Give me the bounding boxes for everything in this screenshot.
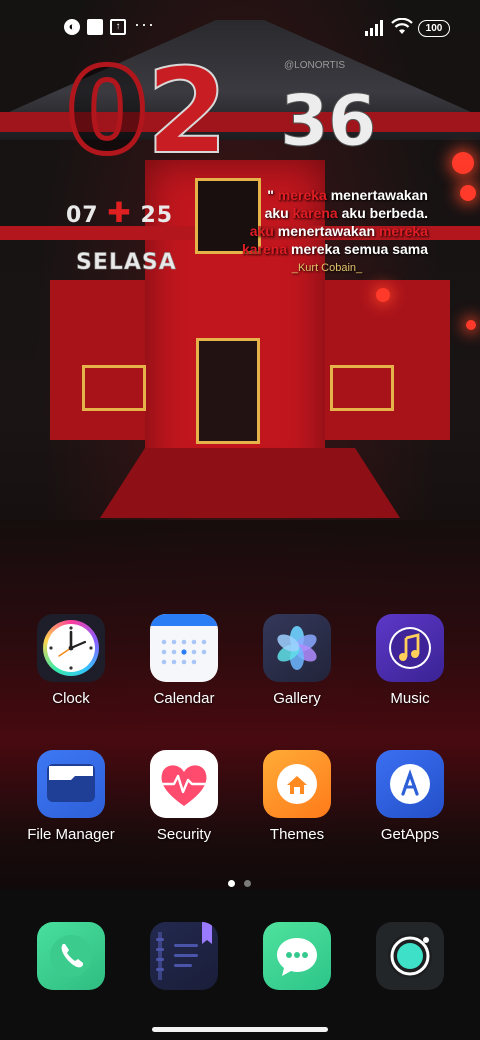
quote-word: aku berbeda. (337, 205, 428, 221)
lantern (376, 288, 390, 302)
notification-upload-icon: ↑ (110, 19, 126, 35)
app-label: Clock (52, 690, 90, 707)
folder-icon (37, 750, 105, 818)
home-gesture-bar[interactable] (152, 1027, 328, 1032)
quote-word: karena (292, 205, 338, 221)
app-themes[interactable]: Themes (242, 750, 352, 843)
app-gallery[interactable]: Gallery (242, 614, 352, 707)
quote-word: menertawakan (273, 223, 379, 239)
quote-word: aku (264, 205, 293, 221)
camera-icon (388, 934, 432, 978)
day-name: SELASA (76, 250, 177, 276)
quote-line-1: " mereka menertawakan (166, 186, 428, 204)
app-getapps[interactable]: GetApps (355, 750, 465, 843)
quote-line-2: aku karena aku berbeda. (166, 204, 428, 222)
quote-word: menertawakan (326, 187, 428, 203)
quote-word: aku (249, 223, 274, 239)
clock-hour[interactable]: 02 (63, 50, 229, 173)
quote-word: mereka (277, 187, 327, 203)
gallery-icon (263, 614, 331, 682)
clock-hour-digit-2: 2 (145, 42, 229, 180)
music-icon (376, 614, 444, 682)
page-dot-active[interactable] (228, 880, 235, 887)
wallpaper-boat-hull (100, 448, 400, 518)
quote-widget: " mereka menertawakan aku karena aku ber… (166, 186, 428, 275)
app-label: Music (390, 690, 430, 707)
signal-icon (365, 20, 383, 36)
dock-messages[interactable] (263, 922, 331, 990)
app-calendar[interactable]: Calendar (129, 614, 239, 707)
phone-icon (50, 935, 92, 977)
app-label: Themes (269, 826, 325, 843)
app-label: Calendar (153, 690, 215, 707)
lantern (452, 152, 474, 174)
clock-icon (37, 614, 105, 682)
wallpaper-ornament-right (330, 365, 394, 411)
page-indicator[interactable] (226, 880, 256, 888)
page-dot[interactable] (244, 880, 251, 887)
app-label: File Manager (27, 826, 115, 843)
app-clock[interactable]: Clock (16, 614, 126, 707)
lantern (460, 185, 476, 201)
quote-open-mark: " (267, 187, 274, 203)
more-notifications-icon: ··· (134, 14, 155, 34)
date-display[interactable]: 07 ✚ 25 (66, 196, 173, 229)
wifi-icon (391, 18, 413, 34)
wallpaper-water-reflection (0, 520, 480, 920)
notes-icon (156, 922, 212, 980)
home-icon (263, 750, 331, 818)
dock-phone[interactable] (37, 922, 105, 990)
date-separator-plus-icon: ✚ (107, 196, 132, 229)
message-icon (277, 938, 317, 976)
app-security[interactable]: Security (129, 750, 239, 843)
wallpaper-window-lower (196, 338, 260, 444)
date-day: 07 (66, 203, 99, 228)
calendar-icon (150, 614, 218, 682)
wallpaper-pavilion-left (50, 280, 150, 440)
notification-app-icon: ◐ (64, 19, 80, 35)
quote-line-4: karena mereka semua sama (166, 240, 428, 258)
wallpaper-ornament-left (82, 365, 146, 411)
dock-notes[interactable] (150, 922, 218, 990)
battery-indicator: 100 (418, 20, 450, 37)
app-label: GetApps (380, 826, 440, 843)
quote-word: mereka semua sama (287, 241, 428, 257)
quote-word: mereka (378, 223, 428, 239)
app-file-manager[interactable]: File Manager (16, 750, 126, 843)
notification-square-icon (87, 19, 103, 35)
quote-word: karena (241, 241, 288, 257)
dock-camera[interactable] (376, 922, 444, 990)
app-label: Security (156, 826, 212, 843)
wallpaper-pavilion-right (320, 280, 450, 440)
app-label: Gallery (273, 690, 321, 707)
quote-line-3: aku menertawakan mereka (166, 222, 428, 240)
app-music[interactable]: Music (355, 614, 465, 707)
wallpaper-watermark: @LONORTIS (284, 60, 346, 71)
clock-minute[interactable]: 36 (279, 86, 376, 157)
app-store-icon (376, 750, 444, 818)
quote-author: _Kurt Cobain_ (291, 262, 363, 274)
clock-hour-digit-1: 0 (63, 42, 150, 180)
lantern (466, 320, 476, 330)
heart-pulse-icon (150, 750, 218, 818)
